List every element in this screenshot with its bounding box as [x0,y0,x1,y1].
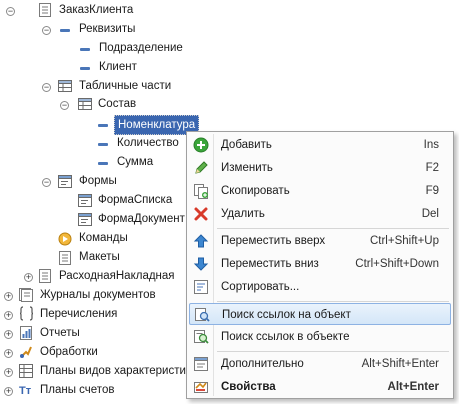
expand-toggle[interactable]: + [24,273,33,282]
tree-item-plany-vidov-kharakteristik[interactable]: Планы видов характеристик [40,362,191,381]
menu-label: Свойства [221,381,276,393]
menu-item-additional[interactable]: Дополнительно Alt+Shift+Enter [189,353,451,375]
sort-icon [194,280,208,294]
menu-item-find-references-in-object[interactable]: Поиск ссылок в объекте [189,326,451,348]
find-in-object-icon [194,330,209,344]
tree-item-sostav[interactable]: Состав [98,95,136,114]
menu-shortcut: Ins [423,139,439,151]
menu-item-edit[interactable]: Изменить F2 [189,157,451,179]
add-icon [193,137,209,153]
menu-item-properties[interactable]: Свойства Alt+Enter [189,376,451,398]
expand-toggle[interactable]: + [4,387,13,396]
tree-item-tablichnye-chasti[interactable]: Табличные части [79,77,171,96]
attribute-icon [80,67,90,70]
tree-item-komandy[interactable]: Команды [79,229,128,248]
form-icon [78,194,92,207]
menu-label: Изменить [221,162,273,174]
tree-item-forma-spiska[interactable]: ФормаСписка [98,191,172,210]
delete-x-icon [194,207,208,221]
menu-separator [217,228,449,229]
tree-item-zhurnaly-dokumentov[interactable]: Журналы документов [40,286,156,305]
data-processors-icon [20,346,32,358]
tree-item-forma-dokument[interactable]: ФормаДокумент [98,210,185,229]
tree-item-plany-schetov[interactable]: Планы счетов [40,381,114,400]
table-icon [58,80,72,92]
collapse-toggle[interactable]: − [42,83,51,92]
menu-item-move-up[interactable]: Переместить вверх Ctrl+Shift+Up [189,230,451,252]
document-icon [39,269,51,283]
menu-label: Поиск ссылок в объекте [221,331,350,343]
tree-item-kolichestvo[interactable]: Количество [117,134,179,153]
copy-icon [194,184,208,199]
menu-item-move-down[interactable]: Переместить вниз Ctrl+Shift+Down [189,253,451,275]
tree-item-perechisleniya[interactable]: Перечисления [40,305,117,324]
tree-item-rekvizity[interactable]: Реквизиты [79,20,135,39]
tree-item-podrazdelenie[interactable]: Подразделение [99,39,183,58]
attribute-icon [98,124,108,127]
table-icon [78,98,92,110]
properties-icon [194,382,208,393]
menu-shortcut: Del [421,208,439,220]
attribute-icon [98,162,108,165]
menu-label: Сортировать... [221,281,300,293]
menu-shortcut: F2 [425,162,439,174]
collapse-toggle[interactable]: − [42,26,51,35]
additional-icon [194,357,208,371]
forms-icon [58,175,72,188]
expand-toggle[interactable]: + [4,292,13,301]
tree-item-raskhodnaya-nakladnaya[interactable]: РасходнаяНакладная [59,267,175,286]
menu-separator [217,351,449,352]
context-menu: Добавить Ins Изменить F2 Скопировать F9 … [186,131,454,399]
menu-separator [217,301,449,302]
menu-label: Добавить [221,139,272,151]
journals-icon [19,288,33,302]
enums-icon [20,306,33,321]
tree-item-otchety[interactable]: Отчеты [40,324,80,343]
menu-label: Скопировать [221,185,290,197]
arrow-down-icon [193,257,209,271]
menu-label: Переместить вниз [221,258,319,270]
form-icon [78,213,92,226]
menu-label: Поиск ссылок на объект [222,309,351,321]
menu-shortcut: Ctrl+Shift+Up [369,235,439,247]
document-icon [39,3,51,17]
collapse-toggle[interactable]: − [60,101,69,110]
tree-item-klient[interactable]: Клиент [99,58,137,77]
expand-toggle[interactable]: + [4,330,13,339]
menu-label: Дополнительно [221,358,304,370]
menu-item-add[interactable]: Добавить Ins [189,134,451,156]
menu-shortcut: Ctrl+Shift+Down [355,258,439,270]
tree-item-zakaz-klienta[interactable]: ЗаказКлиента [59,1,133,20]
collapse-toggle[interactable]: − [6,7,15,16]
menu-shortcut: Alt+Enter [387,381,439,393]
reports-icon [20,326,32,340]
expand-toggle[interactable]: + [4,368,13,377]
expand-toggle[interactable]: + [4,349,13,358]
templates-icon [59,251,71,265]
menu-item-delete[interactable]: Удалить Del [189,203,451,225]
expand-toggle[interactable]: + [4,311,13,320]
tree-item-summa[interactable]: Сумма [117,153,153,172]
tree-item-obrabotki[interactable]: Обработки [40,343,98,362]
menu-item-sort[interactable]: Сортировать... [189,276,451,298]
collapse-toggle[interactable]: − [42,178,51,187]
menu-shortcut: Alt+Shift+Enter [361,358,439,370]
menu-item-copy[interactable]: Скопировать F9 [189,180,451,202]
menu-shortcut: F9 [425,185,439,197]
menu-label: Переместить вверх [221,235,326,247]
commands-icon [58,232,72,246]
tree-item-formy[interactable]: Формы [79,172,117,191]
chart-of-accounts-icon: Тт [19,385,32,397]
attribute-icon [80,48,90,51]
menu-item-find-references-to-object[interactable]: Поиск ссылок на объект [189,303,451,325]
attribute-icon [98,143,108,146]
menu-label: Удалить [221,208,265,220]
find-references-icon [195,308,210,322]
arrow-up-icon [193,234,209,248]
characteristic-types-icon [19,364,33,378]
attribute-icon [60,29,70,32]
edit-pencil-icon [195,161,208,174]
svg-text:Тт: Тт [19,385,32,397]
tree-item-makety[interactable]: Макеты [79,248,120,267]
